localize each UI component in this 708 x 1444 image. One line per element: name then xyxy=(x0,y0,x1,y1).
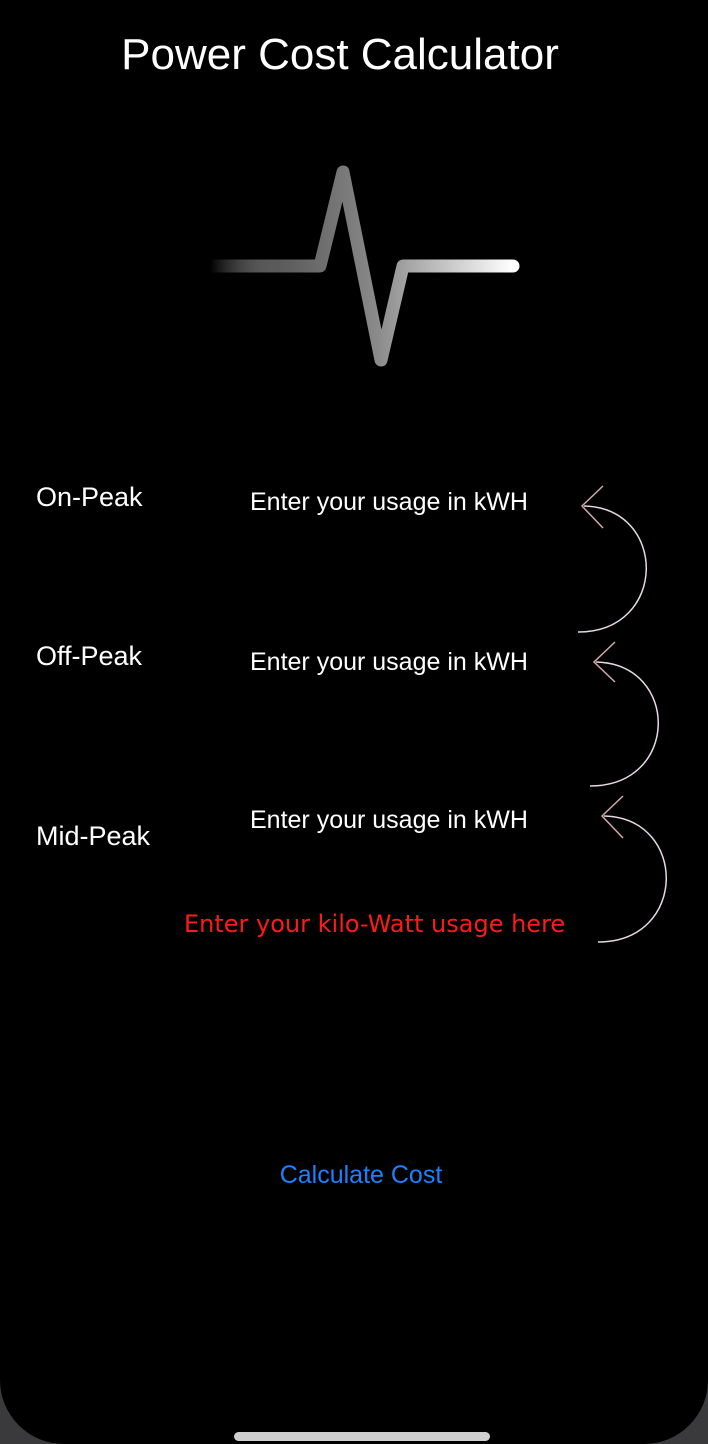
off-peak-usage-input[interactable] xyxy=(250,642,570,682)
mid-peak-usage-input[interactable] xyxy=(250,800,570,840)
off-peak-label: Off-Peak xyxy=(36,641,143,671)
app-screen: Power Cost Calculator On-Peak Off-Peak M… xyxy=(0,0,708,1444)
curved-arrow-icon xyxy=(597,795,667,943)
on-peak-label: On-Peak xyxy=(36,482,143,512)
calculate-cost-button[interactable]: Calculate Cost xyxy=(230,1155,492,1195)
pulse-waveform-icon xyxy=(205,165,520,367)
home-indicator[interactable] xyxy=(234,1432,490,1441)
page-title: Power Cost Calculator xyxy=(121,30,559,79)
mid-peak-label: Mid-Peak xyxy=(36,821,151,851)
usage-hint-text: Enter your kilo-Watt usage here xyxy=(184,910,566,938)
curved-arrow-icon xyxy=(577,485,647,633)
on-peak-usage-input[interactable] xyxy=(250,482,570,522)
curved-arrow-icon xyxy=(589,641,659,787)
